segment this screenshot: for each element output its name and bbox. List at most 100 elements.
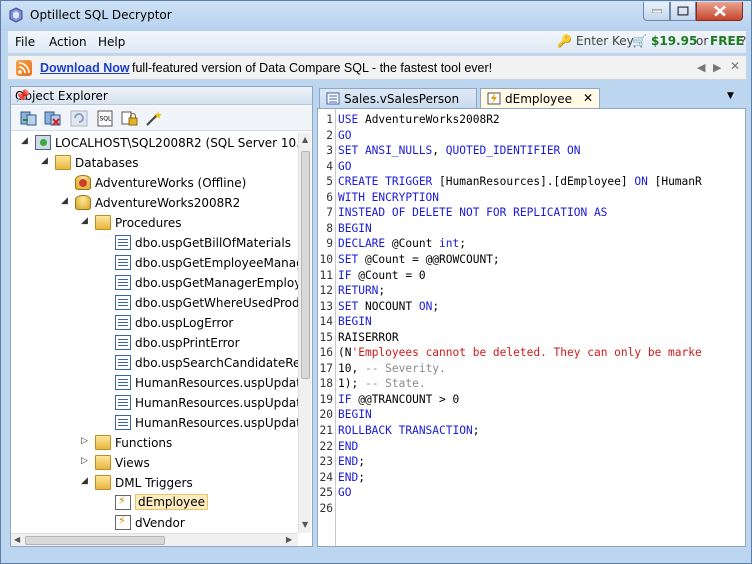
collapse-arrow-icon[interactable]: ◢: [61, 196, 71, 206]
code-token: ON: [418, 299, 433, 313]
proc-label: dbo.uspGetBillOfMaterials: [135, 236, 291, 250]
tab-demployee[interactable]: dEmployee ✕: [480, 88, 600, 108]
code-token: RETURN: [338, 284, 379, 298]
code-token: @Count: [391, 237, 440, 251]
close-icon: [713, 5, 726, 17]
db-offline-label: AdventureWorks (Offline): [95, 176, 247, 190]
tab-label: dEmployee: [505, 92, 573, 106]
app-window: Optillect SQL Decryptor File Action Help…: [0, 0, 752, 564]
code-token: ;: [472, 424, 480, 437]
cart-icon: 🛒: [632, 34, 647, 48]
tree-vertical-scrollbar[interactable]: ▲ ▼: [298, 133, 311, 533]
code-token: int: [439, 237, 460, 251]
object-explorer-panel: Object Explorer 📌 SQL ◢ LOCALHOST\SQL200…: [10, 86, 313, 547]
free-suffix: ?: [740, 34, 747, 48]
tree-horizontal-scrollbar[interactable]: ◀ ▶: [11, 533, 298, 546]
minimize-icon: [651, 9, 662, 13]
collapse-arrow-icon[interactable]: ◢: [41, 156, 51, 166]
scroll-left-icon[interactable]: ◀: [14, 535, 20, 544]
code-token: -- State.: [364, 377, 426, 391]
free-link[interactable]: FREE: [710, 34, 744, 48]
collapse-arrow-icon[interactable]: ◢: [21, 136, 31, 146]
tab-close-icon[interactable]: ✕: [583, 91, 593, 105]
code-token: ;: [459, 237, 467, 251]
promo-close-icon[interactable]: ✕: [730, 59, 740, 73]
decrypt-lock-icon[interactable]: [120, 110, 138, 127]
promo-next-icon[interactable]: ▶: [713, 61, 721, 74]
line-number: 4: [326, 159, 333, 173]
proc-label: HumanResources.uspUpdateEr: [135, 396, 298, 410]
server-icon: [35, 135, 51, 150]
expand-arrow-icon[interactable]: ▷: [81, 456, 91, 466]
line-number: 12: [319, 284, 333, 298]
wizard-icon[interactable]: [144, 110, 162, 127]
line-code: BEGIN: [338, 408, 372, 421]
scroll-thumb[interactable]: [301, 151, 310, 379]
disconnect-icon[interactable]: [44, 110, 62, 127]
promo-prev-icon[interactable]: ◀: [697, 61, 705, 74]
code-token: 1);: [338, 377, 365, 391]
code-token: IF: [338, 392, 359, 406]
scroll-thumb[interactable]: [25, 536, 165, 545]
trigger-icon: [487, 92, 501, 105]
collapse-arrow-icon[interactable]: ◢: [81, 476, 91, 486]
line-code: ROLLBACK TRANSACTION;: [338, 424, 479, 437]
tab-sales-vsalesperson[interactable]: Sales.vSalesPerson: [319, 88, 477, 108]
line-number: 1: [326, 113, 333, 126]
line-number: 19: [319, 392, 333, 406]
line-code: SET @Count = @@ROWCOUNT;: [338, 253, 500, 266]
line-code: GO: [338, 129, 351, 142]
line-code: 1); -- State.: [338, 377, 426, 390]
line-code: SET NOCOUNT ON;: [338, 300, 439, 313]
proc-label: HumanResources.uspUpdateEr: [135, 376, 298, 390]
line-code: END: [338, 440, 358, 453]
db-main-label: AdventureWorks2008R2: [95, 196, 241, 210]
enter-key-button[interactable]: Enter Key: [576, 34, 634, 48]
download-now-link[interactable]: Download Now: [40, 61, 130, 75]
menu-help[interactable]: Help: [98, 35, 125, 49]
stored-procedure-icon: [115, 395, 131, 410]
scroll-down-icon[interactable]: ▼: [302, 520, 308, 529]
window-title: Optillect SQL Decryptor: [30, 8, 172, 22]
close-button[interactable]: [696, 2, 743, 21]
line-code: 10, -- Severity.: [338, 362, 446, 375]
line-number: 22: [319, 439, 333, 453]
proc-label: dbo.uspSearchCandidateResur: [135, 356, 298, 370]
view-icon: [326, 92, 340, 105]
line-code: SET ANSI_NULLS, QUOTED_IDENTIFIER ON: [338, 144, 581, 157]
code-token: USE: [338, 113, 365, 126]
line-number: 26: [319, 501, 333, 515]
gutter-divider: [335, 109, 336, 546]
editor-tab-bar: Sales.vSalesPerson dEmployee ✕: [317, 86, 746, 108]
line-number: 14: [319, 315, 333, 329]
scroll-right-icon[interactable]: ▶: [286, 535, 292, 544]
connect-icon[interactable]: [20, 110, 38, 127]
trigger-icon: [115, 494, 131, 510]
maximize-button[interactable]: [670, 2, 696, 21]
line-code: CREATE TRIGGER [HumanResources].[dEmploy…: [338, 175, 702, 188]
code-editor[interactable]: 1 USE AdventureWorks2008R2 2 GO 3 SET ANSI_NU…: [317, 108, 746, 547]
stored-procedure-icon: [115, 335, 131, 350]
line-number: 6: [326, 190, 333, 204]
proc-label: dbo.uspGetWhereUsedProduc: [135, 296, 298, 310]
refresh-icon[interactable]: [70, 110, 88, 127]
code-token: @@TRANCOUNT > 0: [358, 392, 460, 406]
menu-file[interactable]: File: [15, 35, 35, 49]
proc-label: dbo.uspPrintError: [135, 336, 240, 350]
pin-icon[interactable]: 📌: [15, 89, 307, 103]
code-token: ,: [432, 144, 446, 158]
code-token: WITH ENCRYPTION: [338, 190, 440, 204]
code-token: 10,: [338, 361, 365, 375]
scroll-up-icon[interactable]: ▲: [302, 135, 308, 144]
expand-arrow-icon[interactable]: ▷: [81, 436, 91, 446]
minimize-button[interactable]: [643, 2, 670, 21]
collapse-arrow-icon[interactable]: ◢: [81, 216, 91, 226]
code-token: END: [338, 470, 359, 484]
tab-list-dropdown-icon[interactable]: ▼: [727, 91, 734, 101]
price-link[interactable]: $19.95: [651, 34, 697, 48]
line-number: 16: [319, 346, 333, 360]
line-code: GO: [338, 160, 351, 173]
sql-query-icon[interactable]: SQL: [96, 110, 114, 127]
menu-action[interactable]: Action: [49, 35, 87, 49]
code-token: END: [338, 439, 359, 453]
